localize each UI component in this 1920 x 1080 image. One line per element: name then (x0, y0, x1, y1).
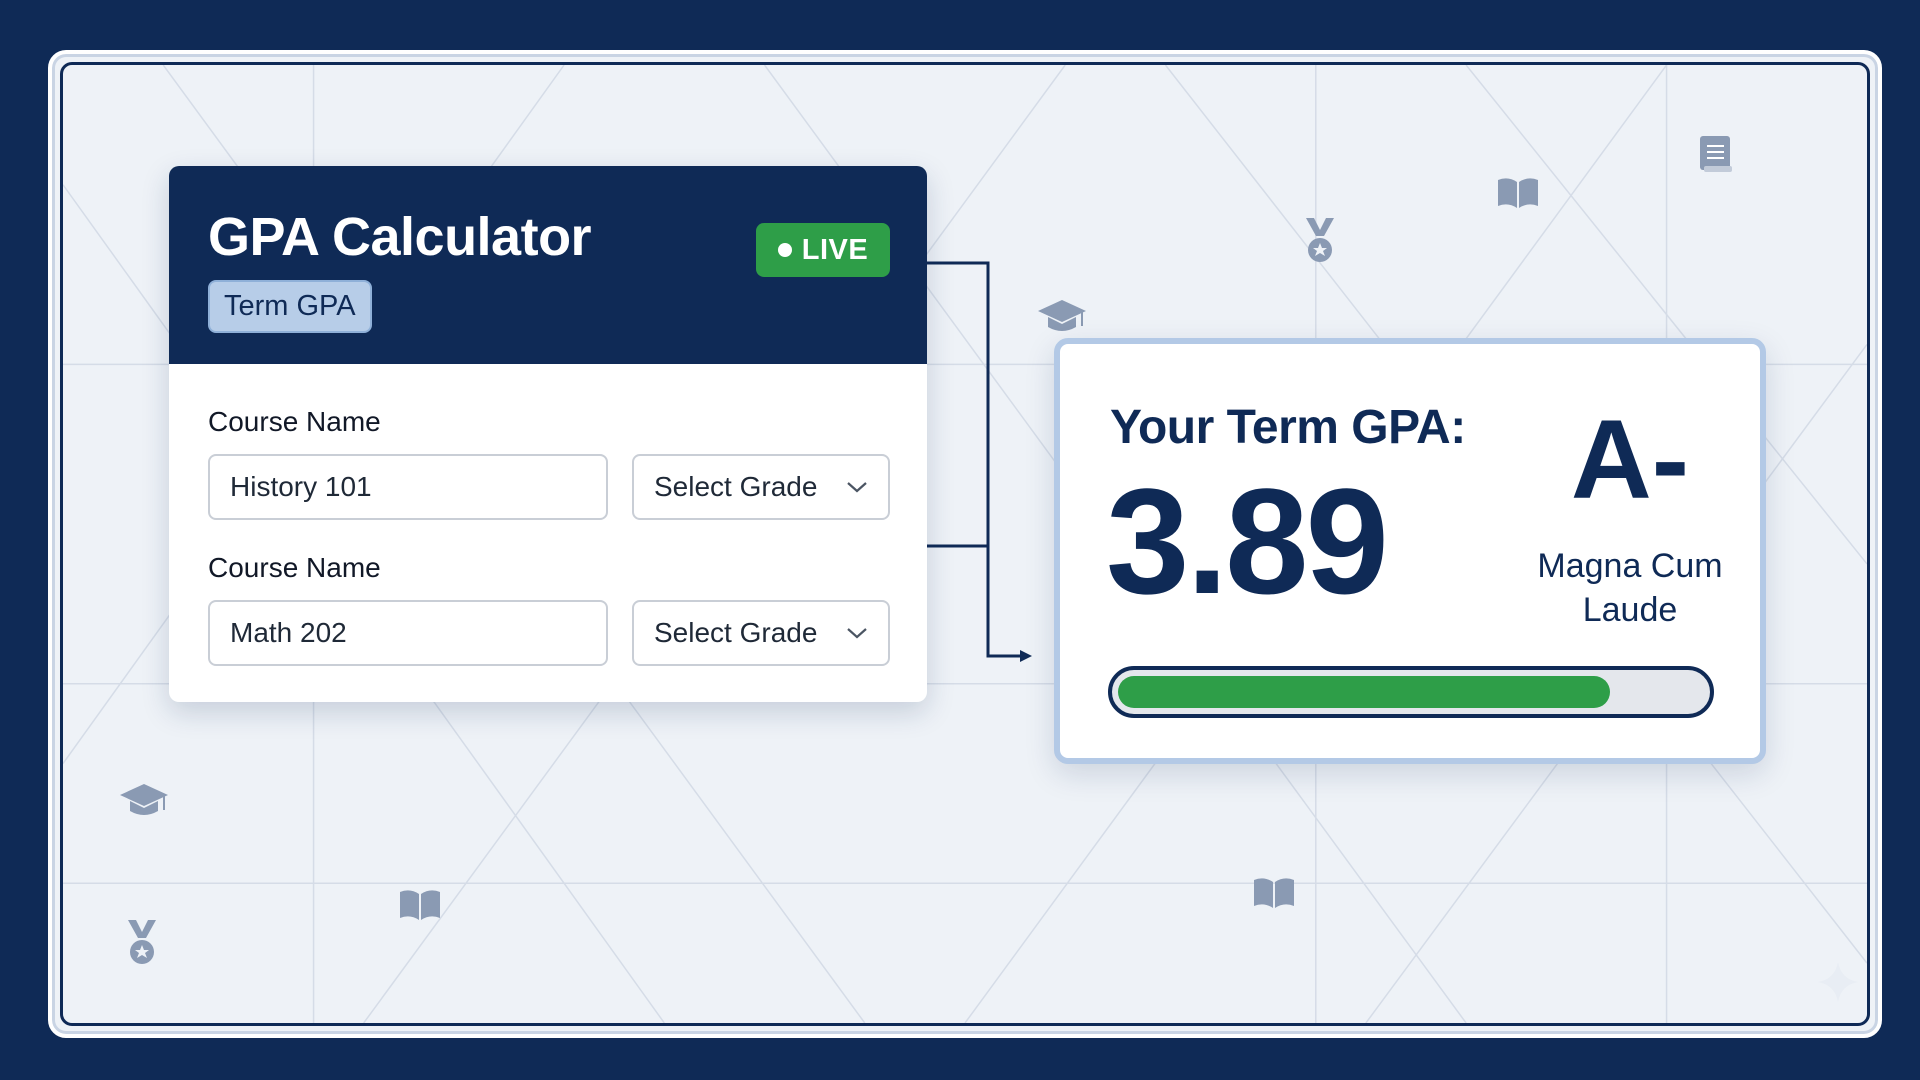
course-name-input-2[interactable] (208, 600, 608, 666)
medal-icon (1300, 216, 1340, 266)
live-label: LIVE (801, 233, 869, 266)
calculator-title: GPA Calculator (208, 207, 592, 267)
sparkle-icon (1816, 960, 1860, 1009)
grade-select-placeholder: Select Grade (654, 471, 818, 502)
honor-designation: Magna Cum Laude (1537, 547, 1723, 630)
book-icon (1696, 132, 1736, 176)
gpa-progress-fill (1118, 676, 1610, 708)
open-book-icon (1250, 874, 1298, 912)
open-book-icon (396, 886, 444, 924)
course-name-label: Course Name (208, 406, 381, 437)
chevron-down-icon (846, 480, 868, 494)
graduation-cap-icon (118, 782, 170, 820)
grade-select-2[interactable]: Select Grade (632, 600, 890, 666)
term-gpa-badge: Term GPA (208, 280, 372, 333)
chevron-down-icon (846, 626, 868, 640)
course-name-label: Course Name (208, 552, 381, 583)
term-gpa-label: Your Term GPA: (1110, 401, 1466, 454)
medal-icon (122, 918, 162, 968)
gpa-calculator-card: GPA Calculator Term GPA LIVE Course Name… (169, 166, 927, 702)
graduation-cap-icon (1036, 298, 1088, 336)
live-status-badge: LIVE (756, 223, 890, 277)
gpa-progress-bar (1108, 666, 1714, 718)
live-dot-icon (777, 243, 792, 257)
letter-grade: A- (1570, 397, 1690, 522)
gpa-result-card: Your Term GPA: 3.89 A- Magna Cum Laude (1054, 338, 1766, 764)
open-book-icon (1494, 174, 1542, 212)
grade-select-1[interactable]: Select Grade (632, 454, 890, 520)
gpa-value: 3.89 (1106, 457, 1389, 625)
calculator-header: GPA Calculator Term GPA LIVE (169, 166, 927, 364)
course-name-input-1[interactable] (208, 454, 608, 520)
grade-select-placeholder: Select Grade (654, 617, 818, 648)
